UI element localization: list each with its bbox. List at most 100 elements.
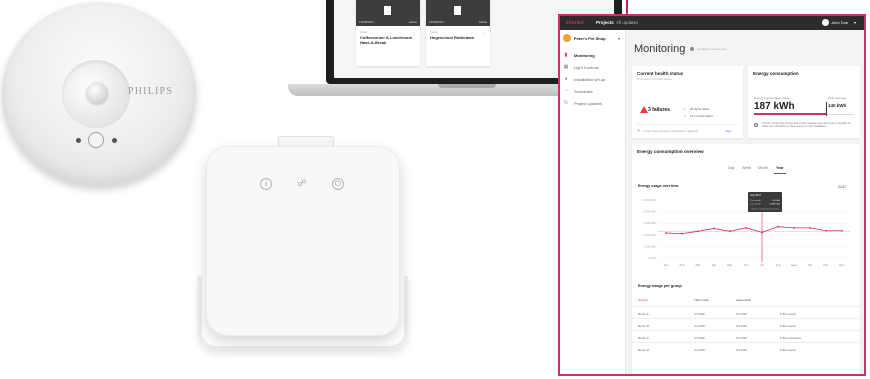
last-month: 3.5 kWh	[736, 348, 748, 352]
project-selector[interactable]: Peter's Pet Shop ▾	[563, 34, 623, 44]
table-row[interactable]: Room A 3.5 kWh 3.5 kWh 0.3% saved	[632, 306, 860, 318]
tooltip-title: July 2017	[750, 193, 762, 197]
x-tick-label: Oct	[808, 263, 813, 267]
monitoring-dashboard: interact Projects All updates John Doe ▾…	[558, 14, 866, 376]
this-month: 3.5 kWh	[694, 324, 706, 328]
column-header-last-month[interactable]: Last month	[736, 298, 751, 302]
tooltip-footer[interactable]: Click for complete year overview	[751, 208, 780, 211]
chart-title: Energy usage over time	[638, 184, 679, 188]
nav-projects[interactable]: Projects	[596, 20, 614, 25]
sidebar-item-label: Installation set-up	[574, 77, 606, 82]
energy-overview-card: Energy consumption overview Day Week Mon…	[632, 144, 860, 374]
tooltip-row-label: Last month	[750, 203, 762, 206]
refresh-icon: ↻	[637, 128, 641, 133]
data-point[interactable]	[745, 226, 747, 229]
document-icon	[384, 6, 391, 15]
tooltip-row-value: 3.490 kWh	[770, 204, 781, 206]
data-point[interactable]	[825, 229, 827, 232]
series-line	[665, 226, 842, 235]
user-name[interactable]: John Doe	[831, 20, 848, 25]
sidebar-item-installation[interactable]: ● Installation set-up	[563, 75, 623, 85]
project-card[interactable]: 13/08/2017 Active Food ⋮ Coffeecorner & …	[356, 0, 420, 66]
sensor-lens	[86, 82, 108, 104]
info-icon: i	[260, 178, 272, 190]
sidebar-item-schedules[interactable]: ◔ Schedules	[563, 87, 623, 97]
card-title: Energy consumption overview	[637, 149, 704, 154]
data-point[interactable]	[697, 230, 699, 233]
y-tick-label: 4.000 kWh	[644, 233, 657, 237]
chevron-down-icon[interactable]: ▾	[854, 20, 856, 25]
group-table-title: Energy usage per group	[638, 284, 682, 288]
project-card[interactable]: 13/08/2017 Active Food ⋮ Hogeschool Rott…	[426, 0, 490, 66]
tooltip-row-value: 3.4 kWh	[772, 200, 781, 202]
x-tick-label: Dec	[840, 263, 846, 267]
data-point[interactable]	[681, 232, 683, 235]
refresh-icon: ↻	[563, 100, 569, 106]
x-tick-label: Jul	[760, 263, 764, 267]
divider	[636, 124, 738, 125]
energy-tip: You are using more energy than usual. In…	[762, 122, 851, 129]
data-point[interactable]	[777, 225, 779, 228]
last-month: 3.5 kWh	[736, 324, 748, 328]
column-header-this-month[interactable]: This month	[694, 298, 709, 302]
lights-failed: 28 lights failed	[690, 107, 710, 111]
main-content: Monitoring Updated 1 minute ago Current …	[630, 34, 862, 374]
data-point[interactable]	[841, 229, 843, 232]
project-status: Active	[478, 20, 487, 24]
energy-line-chart[interactable]: 10.000 kWh 8.000 kWh 6.000 kWh 4.000 kWh 2.0…	[632, 192, 860, 278]
data-point[interactable]	[713, 227, 715, 230]
this-month: 3.5 kWh	[694, 336, 706, 340]
tab-month[interactable]: Month	[758, 166, 768, 170]
sidebar-item-monitoring[interactable]: ▮ Monitoring	[563, 51, 623, 61]
sensor-button	[88, 132, 104, 148]
y-axis: 10.000 kWh 8.000 kWh 6.000 kWh 4.000 kWh 2.0…	[642, 198, 850, 260]
column-header-groups[interactable]: Groups	[638, 298, 648, 302]
data-point[interactable]	[665, 232, 667, 234]
last-month: 3.5 kWh	[736, 336, 748, 340]
last-month: 3.5 kWh	[736, 312, 748, 316]
view-link[interactable]: View	[725, 129, 731, 133]
tooltip-row-label: This month	[750, 199, 762, 202]
sidebar-item-project-updates[interactable]: ↻ Project updates	[563, 99, 623, 109]
energy-bar-fill	[754, 113, 826, 115]
power-icon: ⏻	[332, 178, 344, 190]
info-icon[interactable]	[690, 47, 694, 51]
project-category: Food	[360, 30, 367, 34]
change: 0.3% increased	[780, 336, 801, 340]
x-tick-label: Aug	[776, 263, 781, 267]
chart-year: 2017	[838, 184, 847, 189]
sensor-brand-logo: PHILIPS	[128, 86, 174, 97]
sensor-led	[112, 138, 117, 143]
nav-all-updates[interactable]: All updates	[616, 20, 638, 25]
warning-icon	[640, 106, 648, 113]
sidebar-item-light-controls[interactable]: ▦ Light Controls	[563, 63, 623, 73]
period-tabs: Day Week Month Year	[728, 166, 828, 174]
data-point[interactable]	[729, 230, 731, 233]
table-row[interactable]: Room B 3.5 kWh 3.5 kWh 0.3% saved	[632, 318, 860, 330]
tab-year[interactable]: Year	[776, 166, 784, 170]
grid-icon: ▦	[563, 64, 569, 70]
x-tick-label: Sept	[791, 263, 797, 267]
info-icon: i	[754, 123, 758, 127]
active-tab-indicator	[774, 173, 786, 174]
project-date: 13/08/2017	[429, 20, 445, 24]
app-logo[interactable]: interact	[566, 20, 584, 26]
tab-day[interactable]: Day	[728, 166, 734, 170]
this-month: 3.5 kWh	[694, 348, 706, 352]
data-point[interactable]	[761, 231, 763, 234]
table-row[interactable]: Room D 3.5 kWh 3.5 kWh 0.3% saved	[632, 342, 860, 354]
y-tick-label: 10.000 kWh	[642, 198, 656, 202]
average-value: 140 kWh	[828, 103, 847, 108]
card-title: Current health status	[637, 71, 684, 76]
x-tick-label: Jun	[744, 263, 749, 267]
table-row[interactable]: Room C 3.5 kWh 3.5 kWh 0.3% increased	[632, 330, 860, 342]
document-icon	[454, 6, 461, 15]
last-updated: Updated 1 minute ago	[697, 47, 727, 51]
data-point[interactable]	[793, 226, 795, 229]
current-label: Energy consumption today	[754, 96, 790, 100]
tab-week[interactable]: Week	[742, 166, 751, 170]
project-status: Active	[408, 20, 417, 24]
data-point[interactable]	[809, 226, 811, 229]
user-avatar[interactable]	[822, 19, 829, 26]
chart-tooltip: July 2017 This month 3.4 kWh Last month …	[748, 192, 782, 212]
